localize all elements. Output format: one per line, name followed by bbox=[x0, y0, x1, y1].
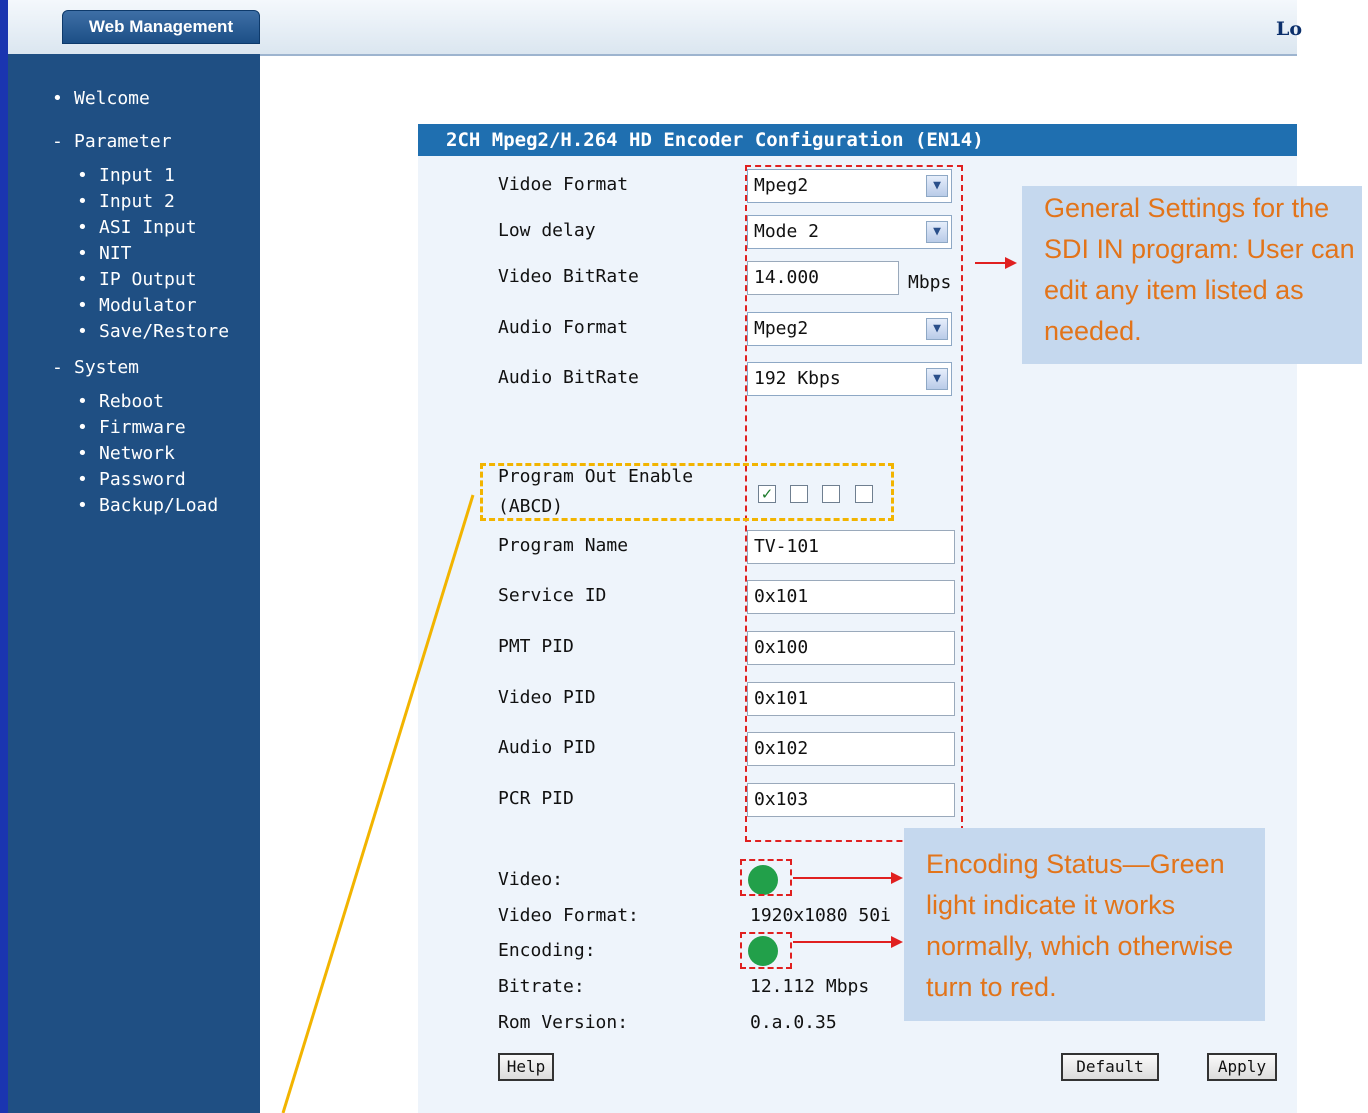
yellow-pointer-line bbox=[281, 494, 475, 1113]
